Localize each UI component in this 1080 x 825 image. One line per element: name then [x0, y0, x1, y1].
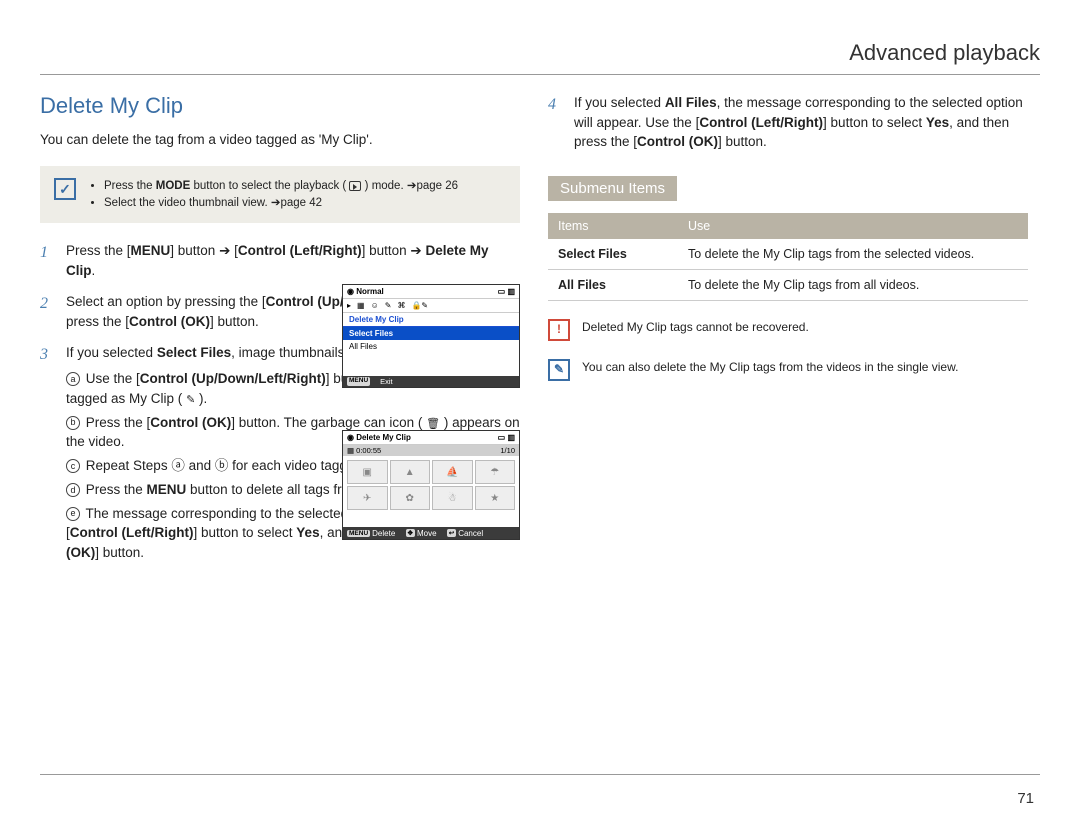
- thumbnail[interactable]: ✈: [347, 486, 388, 510]
- tip-note: ✎ You can also delete the My Clip tags f…: [548, 359, 1028, 381]
- myclip-tag-icon: ✎: [186, 394, 195, 406]
- page-separator: [40, 774, 1040, 775]
- thumbnail-grid: ▣ ▲ ⛵ ☂ ✈ ✿ ☃ ★: [343, 456, 519, 514]
- menu-button[interactable]: MENU: [347, 377, 370, 386]
- page-number: 71: [1017, 784, 1034, 807]
- circled-c-icon: c: [66, 459, 80, 473]
- thumbnail[interactable]: ▲: [390, 460, 431, 484]
- menu-item[interactable]: All Files: [343, 340, 519, 353]
- circled-e-icon: e: [66, 507, 80, 521]
- play-icon: ▸: [347, 301, 351, 310]
- step-1: 1 Press the [MENU] button ➔ [Control (Le…: [40, 241, 520, 280]
- screen-a-icons: ▸ ▦ ☺ ✎ ⌘ 🔒✎: [343, 299, 519, 313]
- item-name: Select Files: [548, 239, 678, 270]
- thumbnail[interactable]: ★: [475, 486, 516, 510]
- table-row: Select Files To delete the My Clip tags …: [548, 239, 1028, 270]
- thumbnail[interactable]: ✿: [390, 486, 431, 510]
- section-title: Delete My Clip: [40, 93, 520, 119]
- joystick-icon: ✥: [406, 529, 415, 537]
- exit-label: Exit: [380, 377, 393, 386]
- warning-icon: !: [548, 319, 570, 341]
- info-item: Press the MODE button to select the play…: [104, 178, 458, 195]
- menu-button[interactable]: MENU: [347, 530, 370, 537]
- face-icon: ☺: [371, 301, 379, 310]
- trash-tag-icon: 🗑: [426, 418, 440, 430]
- step-number: 4: [548, 93, 564, 152]
- circled-d-icon: d: [66, 483, 80, 497]
- right-column: 4 If you selected All Files, the message…: [548, 93, 1028, 578]
- thumbnail[interactable]: ☃: [432, 486, 473, 510]
- screen-a-footer: MENU Exit: [343, 376, 519, 387]
- step-number: 2: [40, 292, 56, 331]
- step-number: 3: [40, 343, 56, 566]
- item-name: All Files: [548, 269, 678, 300]
- screen-a-menu: Delete My Clip Select Files All Files: [343, 313, 519, 353]
- tag-icon: ✎: [385, 301, 392, 310]
- back-icon: ↩: [447, 529, 456, 537]
- circled-b-icon: b: [66, 416, 80, 430]
- thumbnail[interactable]: ☂: [475, 460, 516, 484]
- step-number: 1: [40, 241, 56, 280]
- menu-item-selected[interactable]: Select Files: [343, 327, 519, 340]
- battery-icon: ▭ ▥: [498, 433, 515, 442]
- th-items: Items: [548, 213, 678, 239]
- submenu-heading: Submenu Items: [548, 176, 677, 201]
- screen-b-header: ◉ Delete My Clip ▭ ▥: [343, 431, 519, 445]
- page-header: Advanced playback: [40, 40, 1040, 75]
- item-use: To delete the My Clip tags from the sele…: [678, 239, 1028, 270]
- info-box: ✓ Press the MODE button to select the pl…: [40, 166, 520, 223]
- submenu-table: Items Use Select Files To delete the My …: [548, 213, 1028, 301]
- screen-mock-thumbs: ◉ Delete My Clip ▭ ▥ ▦ 0:00:55 1/10 ▣ ▲ …: [342, 430, 520, 540]
- film-icon: ▦: [357, 301, 365, 310]
- menu-title: Delete My Clip: [343, 313, 519, 327]
- thumbnail[interactable]: ⛵: [432, 460, 473, 484]
- screen-mock-menu: ◉ Normal ▭ ▥ ▸ ▦ ☺ ✎ ⌘ 🔒✎ Delete My Clip…: [342, 284, 520, 388]
- lock-tag-icon: 🔒✎: [411, 301, 428, 310]
- screen-a-header: ◉ Normal ▭ ▥: [343, 285, 519, 299]
- warning-note: ! Deleted My Clip tags cannot be recover…: [548, 319, 1028, 341]
- step-4: 4 If you selected All Files, the message…: [548, 93, 1028, 152]
- check-icon: ✓: [54, 178, 76, 200]
- info-item: Select the video thumbnail view. ➔page 4…: [104, 195, 458, 212]
- clip-icon: ⌘: [397, 301, 405, 310]
- item-use: To delete the My Clip tags from all vide…: [678, 269, 1028, 300]
- table-row: All Files To delete the My Clip tags fro…: [548, 269, 1028, 300]
- thumbnail[interactable]: ▣: [347, 460, 388, 484]
- info-list: Press the MODE button to select the play…: [88, 178, 458, 211]
- th-use: Use: [678, 213, 1028, 239]
- warning-text: Deleted My Clip tags cannot be recovered…: [582, 319, 809, 341]
- pencil-icon: ✎: [548, 359, 570, 381]
- playback-mode-icon: [349, 181, 361, 191]
- screen-b-bar: ▦ 0:00:55 1/10: [343, 445, 519, 456]
- header-title: Advanced playback: [40, 40, 1040, 75]
- content-columns: Delete My Clip You can delete the tag fr…: [40, 93, 1040, 578]
- tip-text: You can also delete the My Clip tags fro…: [582, 359, 958, 381]
- screen-b-footer: MENUDelete ✥Move ↩Cancel: [343, 527, 519, 539]
- circled-a-icon: a: [66, 372, 80, 386]
- intro-text: You can delete the tag from a video tagg…: [40, 131, 520, 150]
- battery-icon: ▭ ▥: [498, 287, 515, 296]
